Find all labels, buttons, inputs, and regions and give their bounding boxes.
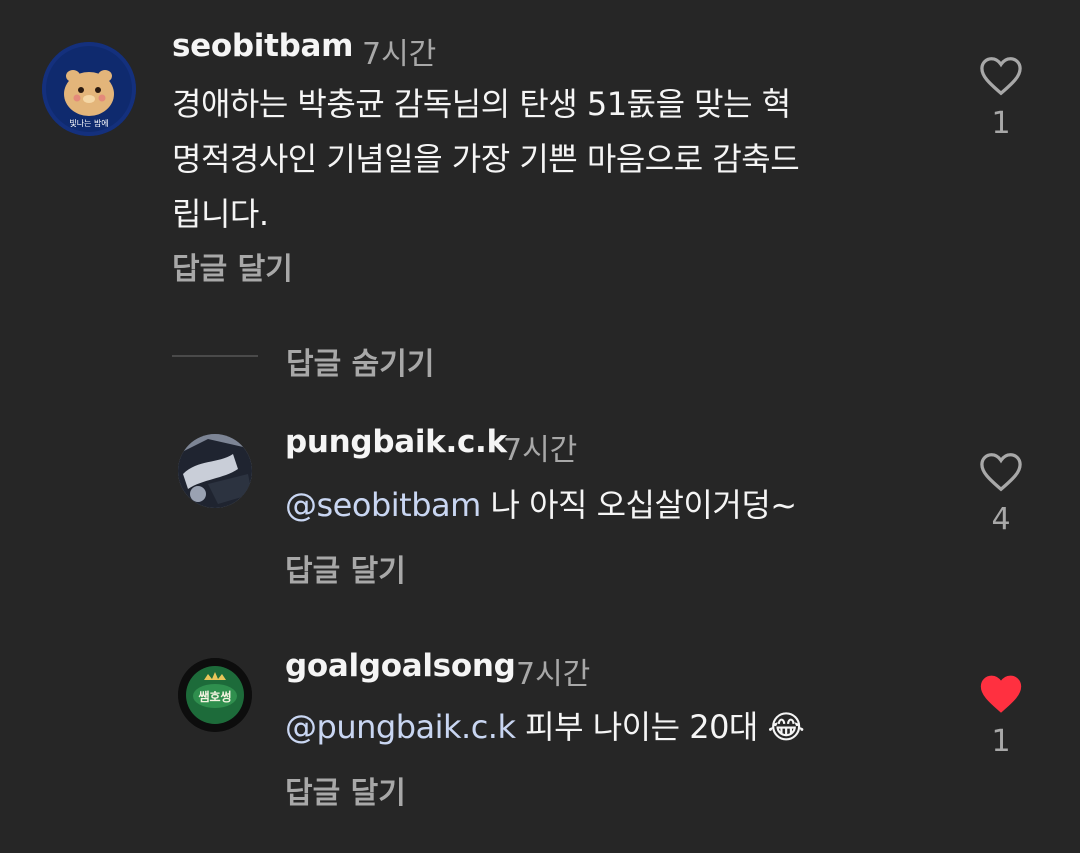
comment-thread: 빛나는 밤에 seobitbam 7시간 경애하는 박충균 감독님의 탄생 51… [0, 0, 1080, 853]
reply-text: @pungbaik.c.k 피부 나이는 20대 😂 [285, 700, 965, 755]
comment-text-line: 명적경사인 기념일을 가장 기쁜 마음으로 감축드 [172, 140, 800, 178]
avatar-caption: 쌤호썽 [198, 689, 231, 704]
reply-username[interactable]: goalgoalsong [285, 648, 516, 684]
like-count: 1 [991, 724, 1011, 759]
reply-username[interactable]: pungbaik.c.k [285, 424, 507, 460]
like-count: 1 [991, 106, 1011, 141]
replies-divider [172, 355, 258, 357]
reply-time: 7시간 [516, 657, 591, 692]
avatar-image [178, 434, 252, 508]
comment-username[interactable]: seobitbam [172, 28, 353, 64]
heart-outline-icon[interactable] [979, 452, 1023, 492]
heart-filled-icon[interactable] [979, 674, 1023, 714]
reply-body: 나 아직 오십살이거덩~ [480, 486, 797, 524]
reply-button[interactable]: 답글 달기 [172, 244, 293, 288]
avatar-image: 쌤호썽 [178, 658, 252, 732]
heart-outline-icon[interactable] [979, 56, 1023, 96]
comment-time: 7시간 [362, 37, 437, 72]
comment-text-line: 경애하는 박충균 감독님의 탄생 51돐을 맞는 혁 [172, 85, 791, 123]
reply-body: 피부 나이는 20대 😂 [515, 708, 805, 746]
avatar-pungbaik[interactable] [178, 434, 252, 508]
reply-time: 7시간 [503, 433, 578, 468]
comment-text: 경애하는 박충균 감독님의 탄생 51돐을 맞는 혁 명적경사인 기념일을 가장… [172, 77, 962, 242]
avatar-seobitbam[interactable]: 빛나는 밤에 [42, 42, 136, 136]
mention-link[interactable]: @seobitbam [285, 486, 481, 524]
avatar-caption: 빛나는 밤에 [69, 118, 108, 128]
like-count: 4 [991, 502, 1011, 537]
mention-link[interactable]: @pungbaik.c.k [285, 708, 516, 746]
hide-replies-button[interactable]: 답글 숨기기 [286, 339, 434, 383]
reply-button[interactable]: 답글 달기 [285, 768, 406, 812]
reply-text: @seobitbam 나 아직 오십살이거덩~ [285, 478, 965, 533]
avatar-goalgoalsong[interactable]: 쌤호썽 [178, 658, 252, 732]
comment-text-line: 립니다. [172, 195, 269, 233]
avatar-image: 빛나는 밤에 [42, 42, 136, 136]
reply-button[interactable]: 답글 달기 [285, 546, 406, 590]
